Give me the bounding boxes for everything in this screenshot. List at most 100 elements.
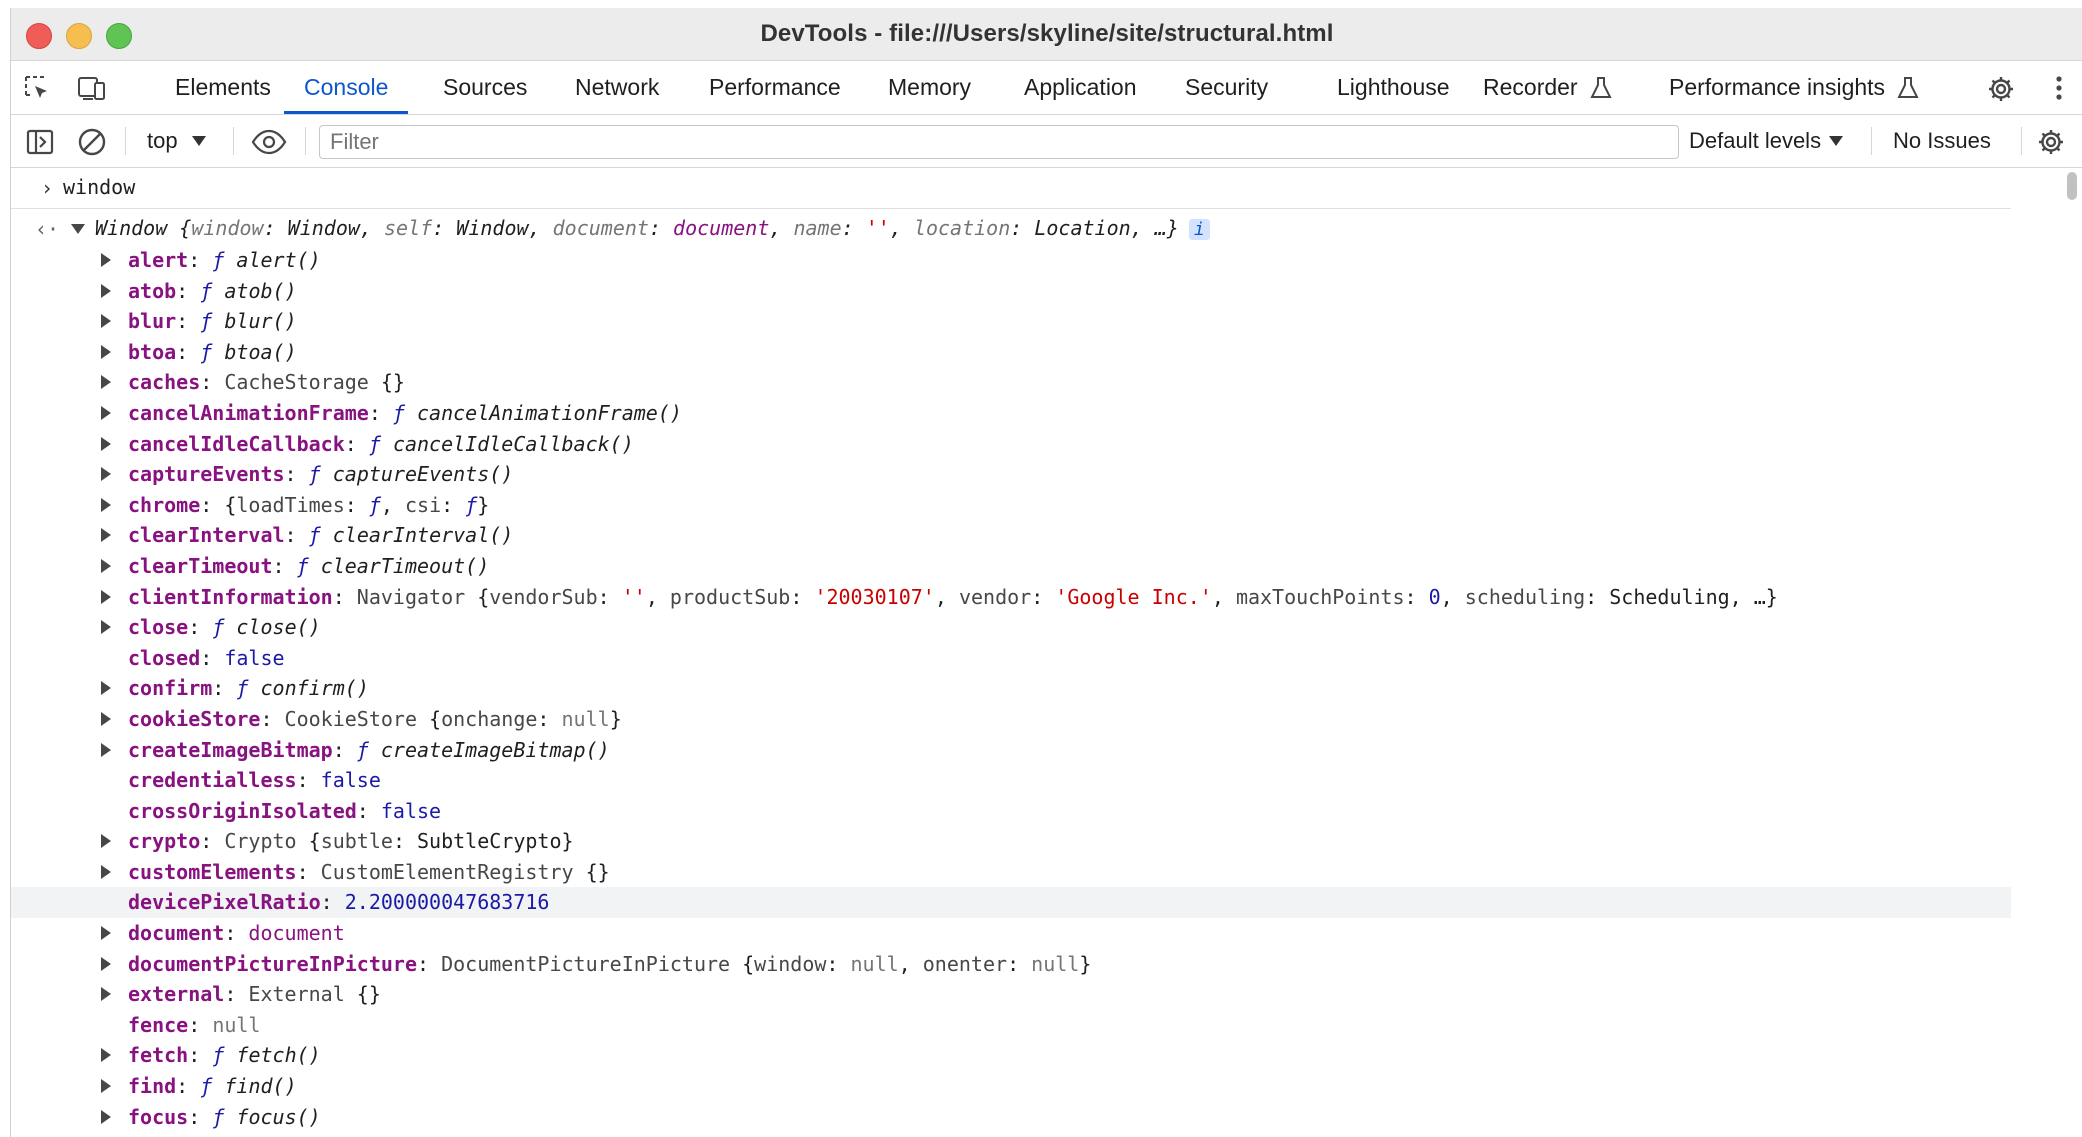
info-icon[interactable]: i [1188,219,1210,240]
property-row-caches[interactable]: caches: CacheStorage {} [11,367,2082,398]
property-value-part: {} [573,859,610,884]
property-row-focus[interactable]: focus: ƒ focus() [11,1102,2082,1133]
tab-elements[interactable]: Elements [155,61,291,114]
tab-sources[interactable]: Sources [423,61,547,114]
property-value-part: alert() [236,248,321,272]
property-row-btoa[interactable]: btoa: ƒ btoa() [11,337,2082,368]
expand-triangle-icon[interactable] [101,1048,111,1063]
expand-triangle-icon[interactable] [101,681,111,696]
preview-separator: : [1010,216,1035,240]
inspect-element-icon[interactable] [23,74,51,102]
tab-performance-insights[interactable]: Performance insights [1649,61,1939,114]
tab-security[interactable]: Security [1165,61,1288,114]
expand-triangle-icon[interactable] [101,987,111,1002]
sidebar-toggle-icon[interactable] [25,127,55,157]
property-row-close[interactable]: close: ƒ close() [11,612,2082,643]
log-levels-dropdown[interactable]: Default levels [1689,123,1844,159]
tab-memory[interactable]: Memory [868,61,991,114]
tab-network[interactable]: Network [555,61,679,114]
expand-triangle-icon[interactable] [101,1109,111,1124]
expand-triangle-icon[interactable] [101,344,111,359]
property-value-part: 0 [1428,584,1441,609]
property-key: clearTimeout [128,553,273,578]
property-row-fetch[interactable]: fetch: ƒ fetch() [11,1040,2082,1071]
expand-triangle-icon[interactable] [101,497,111,512]
expand-triangle-icon[interactable] [101,742,111,757]
filter-input[interactable] [328,128,1678,156]
toolbar-divider [125,127,126,155]
property-row-createImageBitmap[interactable]: createImageBitmap: ƒ createImageBitmap() [11,735,2082,766]
expand-triangle-icon[interactable] [101,864,111,879]
property-row-documentPictureInPicture[interactable]: documentPictureInPicture: DocumentPictur… [11,949,2082,980]
console-input-text[interactable]: window [63,175,135,199]
expand-triangle-icon[interactable] [101,926,111,941]
property-list: alert: ƒ alert() atob: ƒ atob() blur: ƒ bl… [11,245,2082,1132]
chevron-down-icon [191,136,206,146]
expand-triangle-icon[interactable] [101,405,111,420]
expand-triangle-icon[interactable] [101,589,111,604]
property-row-cancelIdleCallback[interactable]: cancelIdleCallback: ƒ cancelIdleCallback… [11,429,2082,460]
property-key: crossOriginIsolated [128,798,357,823]
property-row-cookieStore[interactable]: cookieStore: CookieStore {onchange: null… [11,704,2082,735]
console-output: › window ‹· Window {window: Window, self… [11,168,2082,1137]
property-value-part: : [441,492,466,517]
property-row-chrome[interactable]: chrome: {loadTimes: ƒ, csi: ƒ} [11,490,2082,521]
property-value-part: ƒ [356,737,369,762]
zoom-window-button[interactable] [106,23,132,49]
expand-triangle-icon[interactable] [101,528,111,543]
property-row-cancelAnimationFrame[interactable]: cancelAnimationFrame: ƒ cancelAnimationF… [11,398,2082,429]
expand-triangle-icon[interactable] [101,467,111,482]
tab-recorder[interactable]: Recorder [1463,61,1632,114]
property-row-external[interactable]: external: External {} [11,979,2082,1010]
result-header[interactable]: ‹· Window {window: Window, self: Window,… [11,213,2082,245]
close-window-button[interactable] [26,23,52,49]
property-colon: : [200,492,225,517]
property-row-clearTimeout[interactable]: clearTimeout: ƒ clearTimeout() [11,551,2082,582]
expand-triangle-icon[interactable] [101,834,111,849]
property-row-clientInformation[interactable]: clientInformation: Navigator {vendorSub:… [11,582,2082,613]
settings-gear-icon[interactable] [1986,74,2014,102]
preview-separator: : [432,216,457,240]
property-row-document[interactable]: document: document [11,918,2082,949]
issues-counter[interactable]: No Issues [1893,123,1991,159]
property-row-clearInterval[interactable]: clearInterval: ƒ clearInterval() [11,520,2082,551]
toolbar-divider [305,127,306,155]
console-settings-gear-icon[interactable] [2036,127,2066,157]
property-text: alert: ƒ alert() [128,248,321,272]
property-row-atob[interactable]: atob: ƒ atob() [11,276,2082,307]
minimize-window-button[interactable] [66,23,92,49]
expand-triangle-icon[interactable] [71,224,85,234]
expand-triangle-icon[interactable] [101,956,111,971]
clear-console-icon[interactable] [77,127,107,157]
property-value-part: false [380,798,442,823]
tab-console[interactable]: Console [284,61,409,114]
property-row-customElements[interactable]: customElements: CustomElementRegistry {} [11,857,2082,888]
property-row-find[interactable]: find: ƒ find() [11,1071,2082,1102]
context-selector[interactable]: top [147,123,206,159]
expand-triangle-icon[interactable] [101,1079,111,1094]
property-key: find [128,1074,177,1099]
tab-performance[interactable]: Performance [689,61,861,114]
live-expression-eye-icon[interactable] [251,127,289,157]
more-options-icon[interactable] [2055,74,2082,102]
property-text: crossOriginIsolated: false [128,799,441,823]
expand-triangle-icon[interactable] [101,436,111,451]
property-row-crypto[interactable]: crypto: Crypto {subtle: SubtleCrypto} [11,826,2082,857]
property-row-captureEvents[interactable]: captureEvents: ƒ captureEvents() [11,459,2082,490]
expand-triangle-icon[interactable] [101,375,111,390]
property-row-blur[interactable]: blur: ƒ blur() [11,306,2082,337]
property-row-alert[interactable]: alert: ƒ alert() [11,245,2082,276]
expand-triangle-icon[interactable] [101,620,111,635]
expand-triangle-icon[interactable] [101,253,111,267]
property-value-part: } [477,492,490,517]
expand-triangle-icon[interactable] [101,314,111,329]
tab-lighthouse[interactable]: Lighthouse [1317,61,1470,114]
scrollbar-thumb[interactable] [2067,172,2077,200]
expand-triangle-icon[interactable] [101,558,111,573]
expand-triangle-icon[interactable] [101,283,111,298]
device-toolbar-icon[interactable] [77,74,105,102]
property-key: cookieStore [128,706,261,731]
property-row-confirm[interactable]: confirm: ƒ confirm() [11,673,2082,704]
tab-application[interactable]: Application [1004,61,1157,114]
expand-triangle-icon[interactable] [101,711,111,726]
